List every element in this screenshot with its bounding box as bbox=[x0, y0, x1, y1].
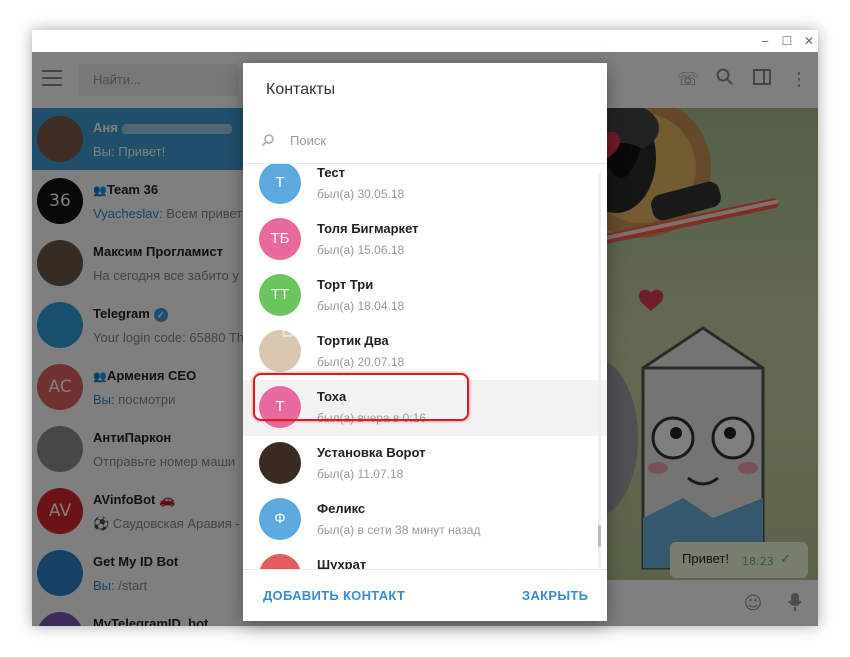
avatar: Ш bbox=[259, 554, 301, 569]
contact-status: был(а) 18.04.18 bbox=[317, 299, 405, 313]
minimize-button[interactable]: ‒ bbox=[756, 33, 774, 49]
contact-row[interactable]: ТБ Толя Бигмаркет был(а) 15.06.18 bbox=[243, 212, 607, 268]
avatar: Ф bbox=[259, 498, 301, 540]
search-icon bbox=[261, 134, 274, 147]
contact-name: Тест bbox=[317, 165, 345, 180]
highlight-annotation bbox=[253, 373, 469, 421]
contact-status: был(а) 11.07.18 bbox=[317, 467, 404, 481]
contact-name: Шухрат bbox=[317, 557, 367, 569]
contact-row[interactable]: Ш Шухрат bbox=[243, 548, 607, 569]
contact-row[interactable]: Ф Феликс был(а) в сети 38 минут назад bbox=[243, 492, 607, 548]
close-dialog-button[interactable]: ЗАКРЫТЬ bbox=[522, 588, 588, 603]
avatar bbox=[259, 442, 301, 484]
dialog-title: Контакты bbox=[266, 81, 336, 98]
avatar: ТБ bbox=[259, 218, 301, 260]
contact-status: был(а) в сети 38 минут назад bbox=[317, 523, 481, 537]
contact-name: Установка Ворот bbox=[317, 445, 426, 460]
contact-row[interactable]: Установка Ворот был(а) 11.07.18 bbox=[243, 436, 607, 492]
contact-row[interactable]: Т Тест был(а) 30.05.18 bbox=[243, 164, 607, 212]
divider bbox=[243, 569, 607, 570]
close-window-button[interactable]: ✕ bbox=[800, 33, 818, 49]
contact-name: Торт Три bbox=[317, 277, 374, 292]
contact-status: был(а) 15.06.18 bbox=[317, 243, 405, 257]
scrollbar-thumb[interactable] bbox=[598, 525, 601, 547]
maximize-button[interactable]: ☐ bbox=[778, 33, 796, 49]
contacts-list: Т Тест был(а) 30.05.18 ТБ Толя Бигмаркет был(… bbox=[243, 164, 607, 569]
contact-status: был(а) 30.05.18 bbox=[317, 187, 405, 201]
scrollbar-track[interactable] bbox=[598, 173, 601, 568]
contact-name: Толя Бигмаркет bbox=[317, 221, 419, 236]
watermark: Download-tlgm.ru bbox=[280, 312, 516, 343]
avatar: Т bbox=[259, 164, 301, 204]
avatar: ТТ bbox=[259, 274, 301, 316]
add-contact-button[interactable]: ДОБАВИТЬ КОНТАКТ bbox=[263, 588, 405, 603]
contacts-search-input[interactable]: Поиск bbox=[290, 133, 326, 148]
contact-status: был(а) 20.07.18 bbox=[317, 355, 405, 369]
contact-name: Феликс bbox=[317, 501, 366, 516]
titlebar: ‒ ☐ ✕ bbox=[32, 30, 818, 52]
